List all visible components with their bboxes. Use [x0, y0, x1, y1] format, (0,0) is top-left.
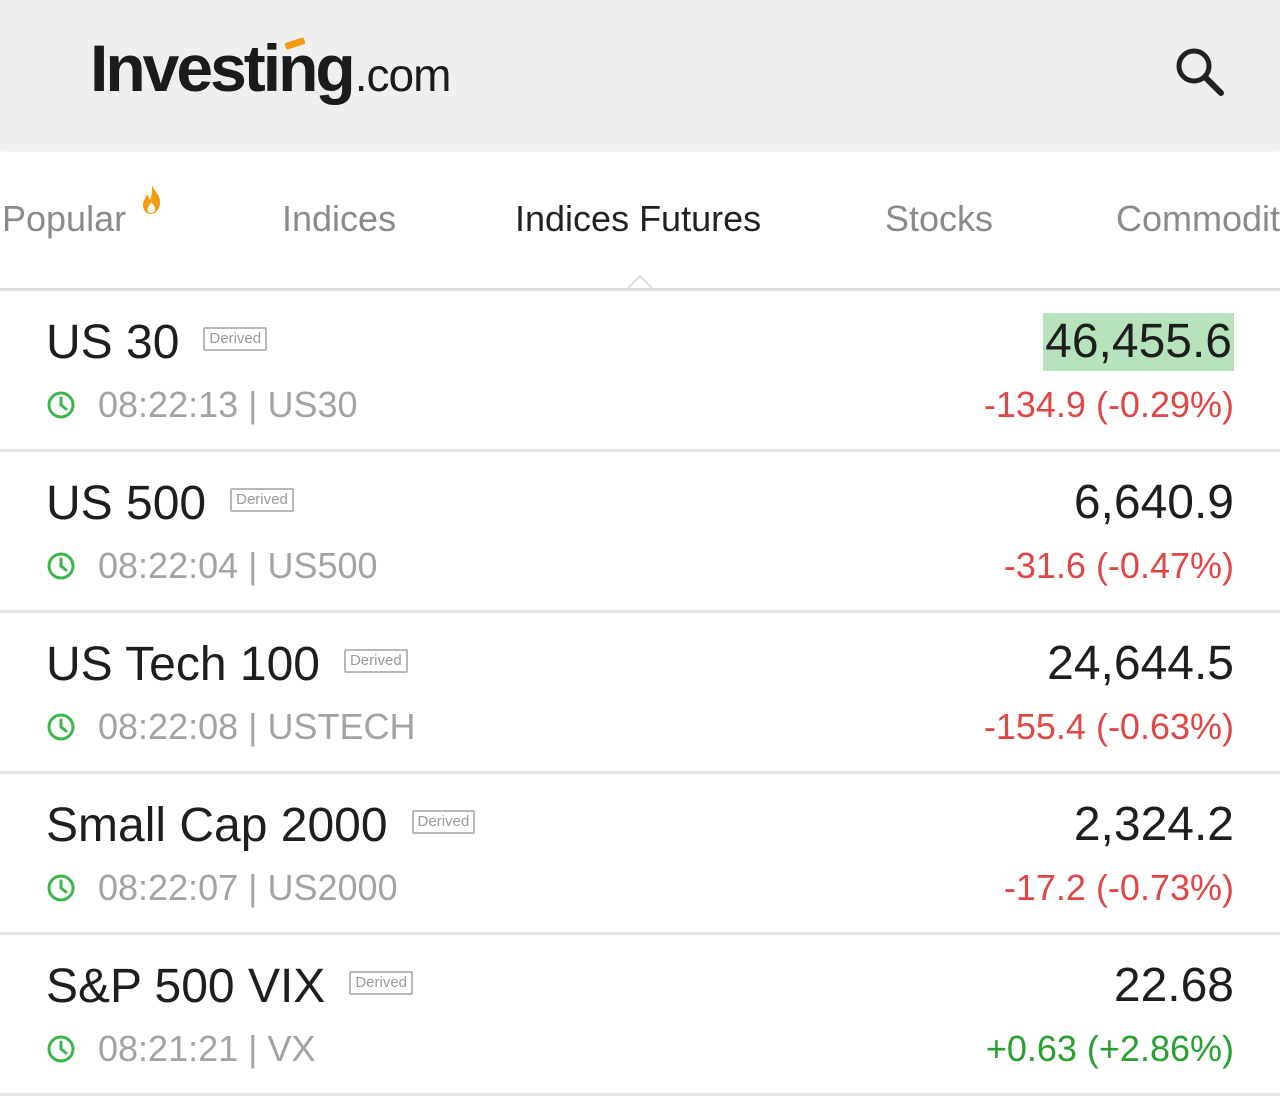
clock-icon — [47, 391, 75, 419]
instrument-meta: 08:22:07 | US2000 — [46, 866, 398, 910]
search-button[interactable] — [1170, 42, 1230, 102]
time-symbol: 08:22:04 | US500 — [98, 545, 378, 586]
instrument-meta: 08:22:04 | US500 — [46, 544, 378, 588]
time-symbol: 08:21:21 | VX — [98, 1028, 316, 1069]
time-symbol: 08:22:07 | US2000 — [98, 867, 398, 908]
last-price: 2,324.2 — [1073, 798, 1234, 851]
clock-icon — [47, 552, 75, 580]
derived-badge: Derived — [230, 488, 294, 512]
tab-commodities[interactable]: Commodit — [1116, 196, 1280, 256]
derived-badge: Derived — [203, 327, 268, 351]
list-item-us-500[interactable]: US 500 Derived 08:22:04 | US500 6,640.9 … — [0, 452, 1280, 613]
tab-indices-futures[interactable]: Indices Futures — [515, 196, 761, 256]
tab-popular[interactable]: Popular — [2, 185, 160, 256]
tab-label: Commodit — [1116, 198, 1280, 239]
category-tabs: Popular Indices Indices Futures Stocks C… — [0, 152, 1280, 291]
logo-wordmark: Investing — [90, 31, 356, 105]
clock-icon — [47, 1035, 75, 1063]
instrument-meta: 08:22:13 | US30 — [46, 383, 358, 427]
active-tab-indicator — [628, 274, 652, 288]
clock-icon — [47, 874, 75, 902]
derived-badge: Derived — [343, 649, 408, 673]
instrument-list: US 30 Derived 08:22:13 | US30 46,455.6 -… — [0, 291, 1280, 1096]
list-item-us-tech-100[interactable]: US Tech 100 Derived 08:22:08 | USTECH 24… — [0, 613, 1280, 774]
instrument-title: US Tech 100 — [46, 638, 320, 691]
flame-icon — [143, 185, 160, 214]
instrument-name: US 500 Derived — [46, 476, 294, 532]
tab-label: Indices — [282, 198, 397, 239]
tab-indices[interactable]: Indices — [282, 196, 396, 256]
last-price: 22.68 — [1113, 959, 1234, 1012]
instrument-name: Small Cap 2000 Derived — [46, 798, 476, 854]
tab-label: Stocks — [885, 198, 994, 239]
instrument-meta: 08:21:21 | VX — [46, 1027, 316, 1071]
tab-label: Popular — [2, 198, 127, 239]
instrument-title: Small Cap 2000 — [46, 799, 388, 852]
investing-logo[interactable]: Investing .com — [90, 28, 452, 108]
instrument-title: S&P 500 VIX — [46, 960, 326, 1013]
app-header: Investing .com — [0, 0, 1280, 150]
price-change: -31.6 (-0.47%) — [1003, 545, 1234, 586]
last-price: 6,640.9 — [1073, 476, 1234, 529]
instrument-name: US 30 Derived — [46, 315, 268, 371]
price-change: -134.9 (-0.29%) — [983, 384, 1234, 425]
instrument-title: US 500 — [46, 477, 207, 530]
logo-suffix: .com — [354, 49, 452, 101]
derived-badge: Derived — [411, 810, 476, 834]
last-price: 46,455.6 — [1043, 313, 1234, 371]
last-price: 24,644.5 — [1047, 637, 1234, 690]
instrument-name: US Tech 100 Derived — [46, 637, 408, 693]
price-change: -17.2 (-0.73%) — [1003, 867, 1234, 908]
derived-badge: Derived — [349, 971, 413, 995]
clock-icon — [47, 713, 75, 741]
price-change: +0.63 (+2.86%) — [985, 1028, 1234, 1069]
tab-label: Indices Futures — [515, 198, 762, 239]
search-icon — [1176, 48, 1224, 96]
time-symbol: 08:22:08 | USTECH — [98, 706, 416, 747]
list-item-small-cap-2000[interactable]: Small Cap 2000 Derived 08:22:07 | US2000… — [0, 774, 1280, 935]
list-item-sp-500-vix[interactable]: S&P 500 VIX Derived 08:21:21 | VX 22.68 … — [0, 935, 1280, 1096]
list-item-us-30[interactable]: US 30 Derived 08:22:13 | US30 46,455.6 -… — [0, 291, 1280, 452]
time-symbol: 08:22:13 | US30 — [98, 384, 358, 425]
instrument-title: US 30 — [46, 316, 180, 369]
instrument-meta: 08:22:08 | USTECH — [46, 705, 416, 749]
instrument-name: S&P 500 VIX Derived — [46, 959, 413, 1015]
price-change: -155.4 (-0.63%) — [983, 706, 1234, 747]
tab-stocks[interactable]: Stocks — [885, 196, 993, 256]
